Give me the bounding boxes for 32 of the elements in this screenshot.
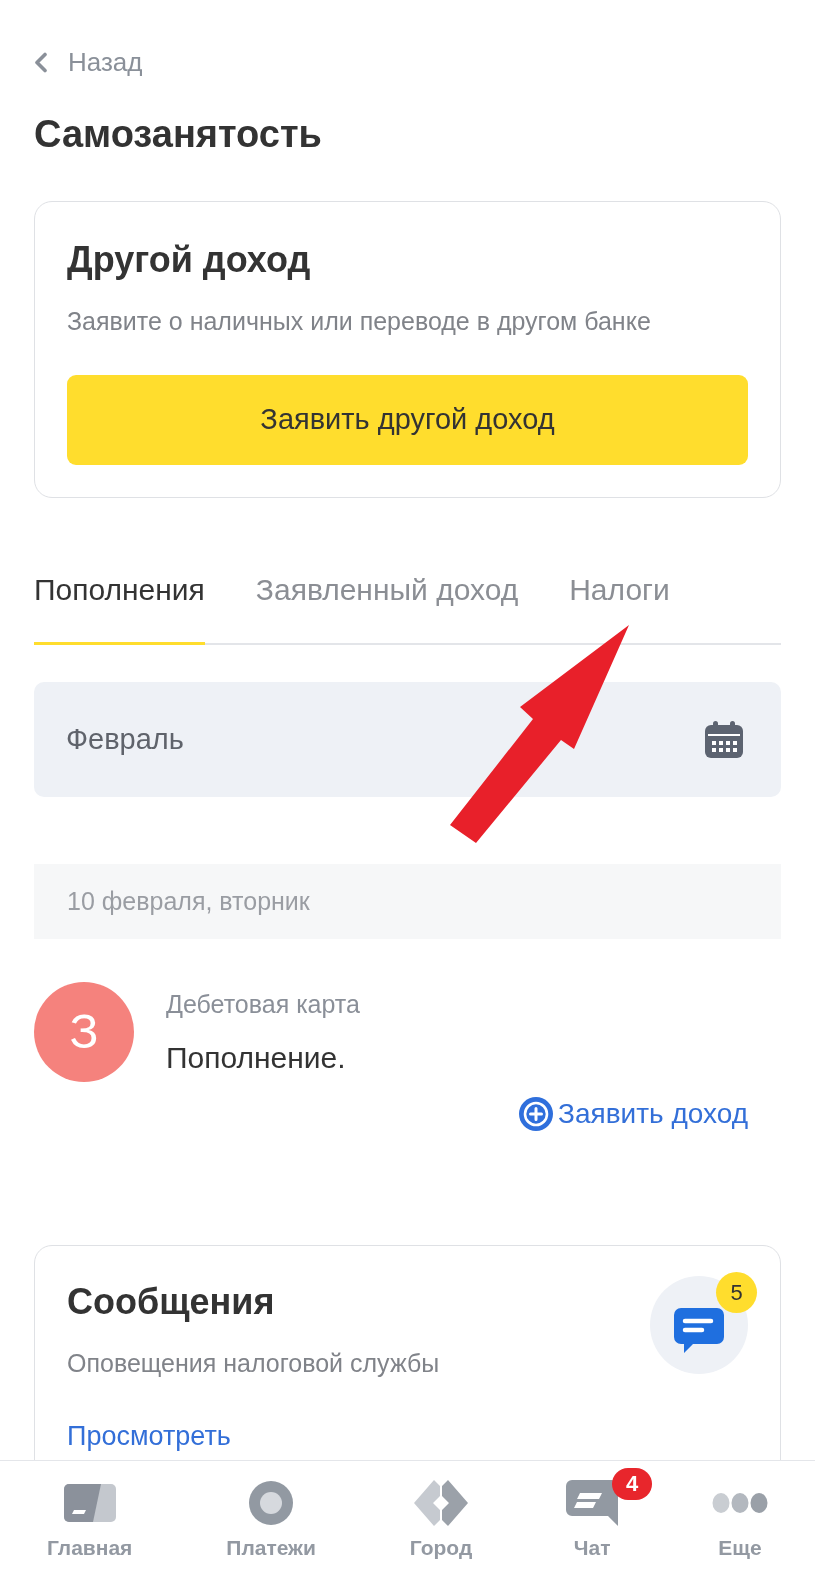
diamond-chevrons-icon xyxy=(413,1479,469,1527)
bottom-nav-item[interactable]: Главная xyxy=(0,1461,180,1580)
card-description: Заявите о наличных или переводе в другом банке xyxy=(67,306,652,337)
card-description: Оповещения налоговой службы xyxy=(67,1348,440,1379)
back-link[interactable]: Назад xyxy=(34,45,143,80)
card-icon xyxy=(63,1484,116,1522)
date-header: 10 февраля, вторник xyxy=(34,864,781,939)
notification-badge: 5 xyxy=(716,1272,757,1313)
tab[interactable]: Пополнения xyxy=(34,560,205,645)
bottom-nav-item[interactable]: Платежи xyxy=(179,1461,363,1580)
calendar-icon xyxy=(705,721,743,758)
bottom-nav-item[interactable]: 4 Чат xyxy=(519,1461,666,1580)
card-title: Сообщения xyxy=(67,1280,276,1324)
plus-circle-icon xyxy=(519,1097,554,1131)
chat-bubble-icon xyxy=(566,1480,619,1526)
tab[interactable]: Налоги xyxy=(569,560,670,645)
tab[interactable]: Заявленный доход xyxy=(255,560,519,645)
page-title: Самозанятость xyxy=(34,112,323,156)
transaction-title: Пополнение. xyxy=(166,1040,347,1076)
initial-avatar: З xyxy=(34,982,134,1082)
more-icon xyxy=(712,1492,769,1514)
card-title: Другой доход xyxy=(67,238,312,282)
month-picker-field[interactable]: Февраль xyxy=(34,682,781,797)
account-name: Дебетовая карта xyxy=(166,989,360,1020)
notification-badge: 4 xyxy=(612,1468,653,1500)
ring-icon xyxy=(249,1481,294,1525)
bottom-nav-item[interactable]: Город xyxy=(362,1461,520,1580)
view-link[interactable]: Просмотреть xyxy=(67,1418,231,1454)
declare-other-income-button[interactable]: Заявить другой доход xyxy=(67,375,748,465)
chevron-left-icon xyxy=(34,52,48,73)
bottom-nav-item[interactable]: Еще xyxy=(665,1461,815,1580)
declare-income-link[interactable]: Заявить доход xyxy=(519,1096,748,1132)
